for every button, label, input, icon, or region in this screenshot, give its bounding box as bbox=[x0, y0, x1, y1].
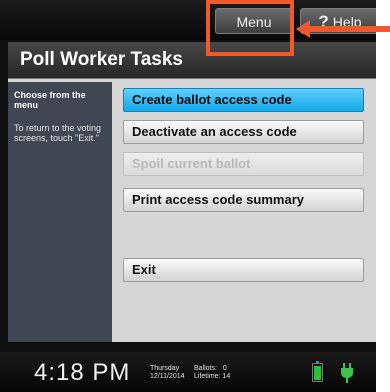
menu-highlight-box bbox=[206, 0, 294, 56]
exit-button[interactable]: Exit bbox=[123, 258, 364, 282]
status-bar: 4:18 PM Thursday 12/11/2014 Ballots: 0 L… bbox=[0, 352, 376, 392]
power-plug-icon bbox=[341, 363, 353, 383]
ballots-count: Ballots: 0 bbox=[194, 365, 230, 373]
lifetime-value: 14 bbox=[222, 373, 231, 380]
annotation-arrow-icon bbox=[296, 20, 390, 38]
ballot-counts: Ballots: 0 Lifetime: 14 bbox=[194, 365, 230, 381]
print-access-code-summary-button[interactable]: Print access code summary bbox=[123, 188, 364, 212]
page-title: Poll Worker Tasks bbox=[20, 49, 183, 70]
content-panel: Poll Worker Tasks Choose from the menu T… bbox=[8, 42, 376, 342]
deactivate-access-code-button[interactable]: Deactivate an access code bbox=[123, 120, 364, 144]
day-label: Thursday bbox=[150, 365, 180, 372]
battery-cap bbox=[316, 361, 319, 363]
ballots-label: Ballots: bbox=[194, 365, 217, 372]
instruction-sidebar: Choose from the menu To return to the vo… bbox=[8, 82, 112, 342]
clock-time: 4:18 PM bbox=[34, 359, 131, 386]
sidebar-heading: Choose from the menu bbox=[14, 90, 86, 110]
title-bar: Poll Worker Tasks bbox=[8, 42, 376, 79]
battery-icon bbox=[312, 361, 323, 382]
ballots-value: 0 bbox=[222, 365, 227, 372]
date-readout: Thursday 12/11/2014 bbox=[150, 365, 185, 381]
create-ballot-access-code-button[interactable]: Create ballot access code bbox=[123, 88, 364, 112]
battery-level bbox=[314, 366, 321, 380]
spoil-current-ballot-button: Spoil current ballot bbox=[123, 152, 364, 176]
date-label: 12/11/2014 bbox=[150, 373, 185, 380]
lifetime-label: Lifetime: bbox=[194, 373, 221, 380]
kiosk-screen: Menu ? Help Poll Worker Tasks Choose from… bbox=[0, 0, 376, 392]
sidebar-instructions: To return to the voting screens, touch "… bbox=[14, 123, 102, 143]
lifetime-count: Lifetime: 14 bbox=[194, 373, 230, 381]
